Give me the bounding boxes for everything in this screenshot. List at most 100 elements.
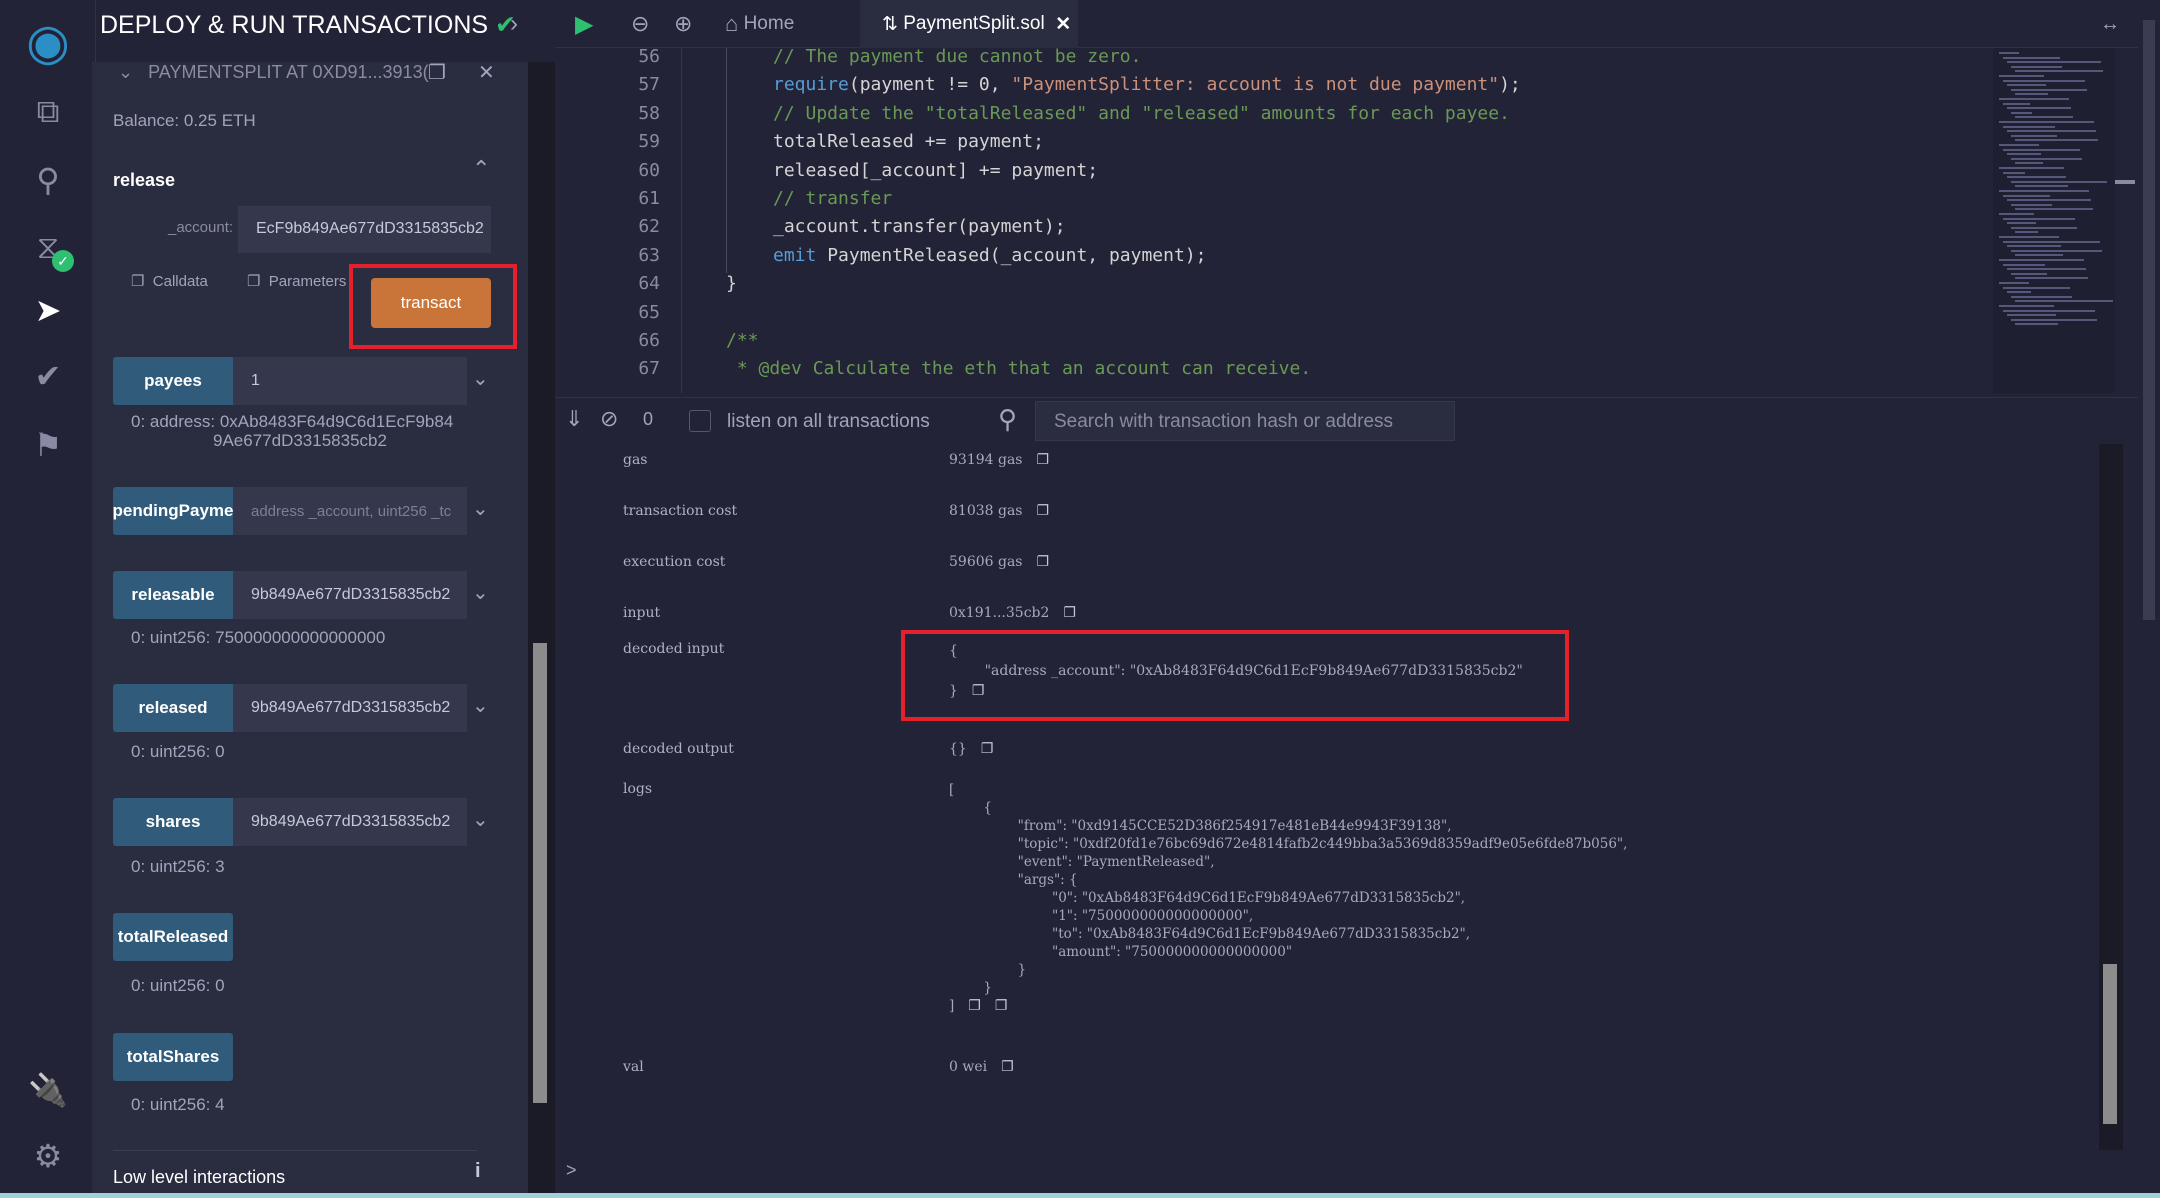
released-input[interactable]: 9b849Ae677dD3315835cb2 [233, 684, 467, 732]
minimap-line [2015, 300, 2113, 303]
line-number: 57 [638, 74, 660, 96]
releasable-input[interactable]: 9b849Ae677dD3315835cb2 [233, 571, 467, 619]
line-number: 58 [638, 102, 660, 124]
account-input[interactable]: EcF9b849Ae677dD3315835cb2 [238, 206, 491, 253]
chevron-down-icon[interactable]: ⌄ [472, 580, 489, 605]
file-explorer-icon[interactable]: ⧉ [24, 88, 72, 136]
calldata-button[interactable]: ❐ Calldata [131, 272, 208, 290]
minimap-line [2011, 272, 2047, 275]
close-icon[interactable]: ✕ [478, 60, 495, 85]
copy-icon[interactable]: ❐ [1036, 452, 1049, 468]
code-editor[interactable]: 56 // The payment due cannot be zero. 57 re… [555, 48, 1993, 393]
line-number: 63 [638, 244, 660, 266]
shares-button[interactable]: shares [113, 798, 233, 846]
copy-icon[interactable]: ❐ [968, 997, 981, 1015]
chevron-down-icon[interactable]: ⌄ [118, 62, 133, 82]
chevron-down-icon[interactable]: ⌄ [472, 366, 489, 391]
search-icon[interactable]: ⚲ [998, 404, 1017, 435]
copy-icon[interactable]: ❐ [1036, 503, 1049, 519]
terminal-scrollbar[interactable] [2099, 444, 2123, 1150]
minimap-line [1999, 236, 2059, 238]
clear-console-icon[interactable]: ⊘ [600, 406, 618, 432]
minimap-line [2003, 171, 2025, 174]
code-token: } [726, 273, 737, 295]
minimap-line [2003, 309, 2095, 312]
run-icon[interactable]: ▶ [575, 0, 593, 48]
zoom-in-icon[interactable]: ⊕ [674, 0, 692, 48]
payees-button[interactable]: payees [113, 357, 233, 405]
settings-icon[interactable]: ⚙ [24, 1132, 72, 1180]
minimap-line [2011, 65, 2062, 68]
learn-icon[interactable]: ⚑ [24, 421, 72, 469]
gutter-divider [681, 48, 682, 393]
code-token: emit [773, 244, 817, 266]
minimap-line [1999, 190, 2089, 192]
remix-logo-icon[interactable]: ◉ [10, 12, 86, 72]
tab-home[interactable]: ⌂ Home [725, 0, 794, 48]
terminal-prompt[interactable]: > [566, 1160, 577, 1181]
minimap[interactable] [1993, 48, 2115, 393]
minimap-line [2015, 208, 2093, 211]
copy-icon[interactable]: ❐ [1036, 554, 1049, 570]
minimap-slider[interactable] [2115, 180, 2135, 184]
payees-input[interactable]: 1 [233, 357, 467, 405]
shares-input[interactable]: 9b849Ae677dD3315835cb2 [233, 798, 467, 846]
released-button[interactable]: released [113, 684, 233, 732]
minimap-line [2011, 111, 2032, 114]
copy-icon[interactable]: ❐ [995, 997, 1008, 1015]
code-token: ); [1499, 74, 1521, 96]
pending-payment-input[interactable]: address _account, uint256 _tc [233, 487, 467, 535]
minimap-line [2015, 116, 2073, 119]
chevron-down-icon[interactable]: ⌄ [472, 496, 489, 521]
code-line: _account.transfer(payment); [773, 216, 1066, 237]
instance-title: PAYMENTSPLIT AT 0XD91...3913( [148, 62, 429, 82]
window-scrollbar[interactable] [2138, 0, 2160, 1198]
code-line: /** [726, 330, 759, 351]
releasable-button[interactable]: releasable [113, 571, 233, 619]
highlight-box [901, 630, 1569, 721]
parameters-button[interactable]: ❐ Parameters [247, 272, 357, 290]
info-icon[interactable]: i [475, 1160, 481, 1183]
pending-payment-button[interactable]: pendingPayme [113, 487, 233, 535]
code-token: * @dev Calculate the eth that an account… [726, 358, 1312, 380]
copy-icon[interactable]: ❐ [981, 741, 994, 757]
minimap-line [2015, 70, 2103, 73]
code-line: emit PaymentReleased(_account, payment); [773, 245, 1207, 266]
minimap-line [2015, 93, 2048, 96]
chevron-up-icon[interactable]: ⌃ [472, 156, 490, 182]
line-number: 59 [638, 131, 660, 153]
minimap-line [2015, 277, 2088, 280]
instance-header[interactable]: ⌄ PAYMENTSPLIT AT 0XD91...3913( [118, 62, 429, 82]
plugin-icon[interactable]: 🔌 [24, 1066, 72, 1114]
copy-icon[interactable]: ❐ [428, 60, 446, 85]
minimap-line [1999, 52, 2019, 54]
terminal-scrollbar-thumb[interactable] [2103, 964, 2117, 1124]
zoom-out-icon[interactable]: ⊖ [631, 0, 649, 48]
testing-icon[interactable]: ✔ [24, 352, 72, 400]
listen-checkbox[interactable] [689, 410, 711, 432]
deploy-run-icon[interactable]: ➤ [24, 286, 72, 334]
search-icon[interactable]: ⚲ [24, 156, 72, 204]
chevron-right-icon[interactable]: › [510, 10, 518, 38]
minimap-line [2007, 84, 2046, 87]
minimap-line [2011, 249, 2102, 252]
copy-icon[interactable]: ❐ [1063, 605, 1076, 621]
minimap-line [2003, 217, 2075, 220]
panel-scrollbar-thumb[interactable] [533, 643, 547, 1103]
panel-header: DEPLOY & RUN TRANSACTIONS ✔ › [96, 0, 555, 62]
chevron-down-icon[interactable]: ⌄ [472, 807, 489, 832]
solidity-compiler-icon[interactable]: ⧖ ✓ [24, 224, 74, 272]
transaction-search-input[interactable]: Search with transaction hash or address [1035, 401, 1455, 441]
expand-icon[interactable]: ↔ [2100, 0, 2120, 48]
copy-icon[interactable]: ❐ [1001, 1059, 1014, 1075]
pending-tx-count: 0 [643, 409, 654, 429]
close-tab-icon[interactable]: ✕ [1055, 13, 1071, 36]
total-released-button[interactable]: totalReleased [113, 913, 233, 961]
chevron-down-icon[interactable]: ⌄ [472, 693, 489, 718]
code-line: // Update the "totalReleased" and "relea… [773, 103, 1510, 124]
code-token: // Update the "totalReleased" and "relea… [773, 102, 1510, 124]
collapse-terminal-icon[interactable]: ⇓ [565, 406, 583, 432]
total-shares-button[interactable]: totalShares [113, 1033, 233, 1081]
tab-payment-split[interactable]: ⇅ PaymentSplit.sol ✕ [860, 0, 1078, 48]
minimap-line [2003, 263, 2045, 266]
